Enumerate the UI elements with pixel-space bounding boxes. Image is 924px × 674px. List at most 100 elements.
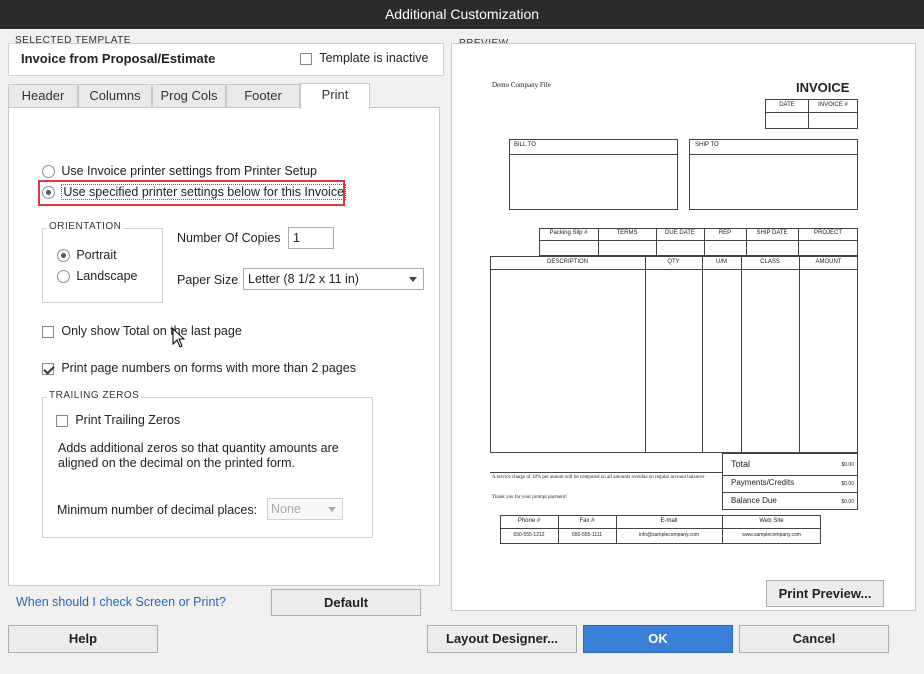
copies-label: Number Of Copies <box>177 231 281 245</box>
preview-line-divider-4 <box>799 256 800 453</box>
preview-info-col-project: PROJECT <box>813 230 842 236</box>
preview-date-header: DATE <box>779 102 795 108</box>
radio-specified-settings-label: Use specified printer settings below for… <box>61 184 347 200</box>
tab-header[interactable]: Header <box>8 84 78 108</box>
decimal-places-label: Minimum number of decimal places: <box>57 503 258 517</box>
preview-contact-phone-value: 650-555-1212 <box>513 532 545 538</box>
preview-service-charge-note: A service charge of 18% per annum will b… <box>492 475 705 480</box>
trailing-desc-line1: Adds additional zeros so that quantity a… <box>58 441 339 455</box>
preview-ship-to-box <box>689 139 858 210</box>
preview-contact-divider <box>500 528 821 529</box>
preview-line-col-class: CLASS <box>760 259 780 265</box>
preview-invoice-no-header: INVOICE # <box>818 102 848 108</box>
layout-designer-button[interactable]: Layout Designer... <box>427 625 577 653</box>
preview-line-items-box <box>490 256 858 453</box>
chevron-down-icon <box>328 507 336 512</box>
preview-line-items-divider <box>490 269 858 270</box>
radio-printer-setup-circle[interactable] <box>42 165 55 179</box>
print-trailing-zeros-label: Print Trailing Zeros <box>75 413 181 427</box>
help-button[interactable]: Help <box>8 625 158 653</box>
preview-line-col-qty: QTY <box>667 259 680 265</box>
preview-balance-amount: $0.00 <box>841 499 854 505</box>
radio-printer-setup-label: Use Invoice printer settings from Printe… <box>61 164 318 178</box>
radio-landscape[interactable]: Landscape <box>57 269 138 284</box>
preview-line-col-um: U/M <box>716 259 727 265</box>
template-inactive-label: Template is inactive <box>319 51 429 65</box>
preview-ship-to-label: SHIP TO <box>695 142 719 148</box>
radio-landscape-label: Landscape <box>76 269 138 283</box>
decimal-places-value: None <box>271 502 301 516</box>
preview-balance-label: Balance Due <box>731 496 777 505</box>
orientation-group-label: ORIENTATION <box>47 221 124 232</box>
page-numbers-label: Print page numbers on forms with more th… <box>61 361 356 375</box>
preview-line-col-amount: AMOUNT <box>815 259 842 265</box>
preview-totals-divider-2 <box>722 492 858 493</box>
preview-bill-to-label: BILL TO <box>514 142 536 148</box>
radio-portrait-label: Portrait <box>76 248 117 262</box>
paper-size-select[interactable]: Letter (8 1/2 x 11 in) <box>243 268 424 290</box>
radio-specified-settings-circle[interactable] <box>42 186 55 200</box>
tab-print[interactable]: Print <box>300 83 370 109</box>
window-title: Additional Customization <box>384 6 540 22</box>
tab-footer[interactable]: Footer <box>226 84 300 108</box>
preview-contact-fax-value: 650-555-1111 <box>571 532 603 538</box>
paper-size-label: Paper Size <box>177 273 239 287</box>
trailing-zeros-group-label: TRAILING ZEROS <box>47 390 142 401</box>
print-preview-button[interactable]: Print Preview... <box>766 580 884 607</box>
help-link[interactable]: When should I check Screen or Print? <box>16 595 226 609</box>
ok-button[interactable]: OK <box>583 625 733 653</box>
chevron-down-icon <box>409 277 417 282</box>
preview-info-col-rep: REP <box>718 230 732 236</box>
tab-footer-label: Footer <box>244 88 282 103</box>
preview-line-divider-1 <box>645 256 646 453</box>
page-numbers-box[interactable] <box>42 362 54 375</box>
default-button[interactable]: Default <box>271 589 421 616</box>
preview-contact-fax-header: Fax # <box>579 518 595 524</box>
paper-size-value: Letter (8 1/2 x 11 in) <box>248 272 359 286</box>
print-trailing-zeros-box[interactable] <box>56 414 68 427</box>
preview-line-divider-2 <box>702 256 703 453</box>
preview-bill-to-divider <box>509 154 678 155</box>
trailing-desc-line2: aligned on the decimal on the printed fo… <box>58 456 295 470</box>
preview-payments-label: Payments/Credits <box>731 478 795 487</box>
preview-ship-to-divider <box>689 154 858 155</box>
preview-total-amount: $0.00 <box>841 462 854 468</box>
radio-specified-settings[interactable]: Use specified printer settings below for… <box>42 184 347 200</box>
preview-info-col-packing-slip: Packing Slip # <box>549 230 588 236</box>
only-total-box[interactable] <box>42 325 54 338</box>
tab-columns[interactable]: Columns <box>78 84 152 108</box>
preview-bill-to-box <box>509 139 678 210</box>
preview-contact-web-header: Web Site <box>759 518 784 524</box>
preview-date-divider <box>765 112 858 113</box>
radio-printer-setup[interactable]: Use Invoice printer settings from Printe… <box>42 164 318 179</box>
only-total-checkbox[interactable]: Only show Total on the last page <box>42 324 242 338</box>
print-trailing-zeros-checkbox[interactable]: Print Trailing Zeros <box>56 413 180 427</box>
mouse-cursor-icon <box>172 328 186 348</box>
preview-payments-amount: $0.00 <box>841 481 854 487</box>
preview-invoice-title: INVOICE <box>796 80 850 95</box>
preview-line-divider-3 <box>741 256 742 453</box>
radio-landscape-circle[interactable] <box>57 270 70 284</box>
window-titlebar: Additional Customization <box>0 0 924 29</box>
page-numbers-checkbox[interactable]: Print page numbers on forms with more th… <box>42 361 356 375</box>
preview-info-col-due-date: DUE DATE <box>665 230 695 236</box>
template-inactive-checkbox[interactable]: Template is inactive <box>300 51 428 65</box>
only-total-label: Only show Total on the last page <box>61 324 242 338</box>
tab-columns-label: Columns <box>89 88 141 103</box>
preview-contact-email-value: info@samplecompany.com <box>638 532 699 538</box>
tab-prog-cols-label: Prog Cols <box>160 88 218 103</box>
preview-company-name: Demo Company File <box>492 81 551 89</box>
tab-prog-cols[interactable]: Prog Cols <box>152 84 226 108</box>
preview-line-col-description: DESCRIPTION <box>546 259 588 265</box>
preview-contact-web-value: www.samplecompany.com <box>742 532 801 538</box>
preview-info-col-ship-date: SHIP DATE <box>756 230 788 236</box>
radio-portrait-circle[interactable] <box>57 249 70 263</box>
radio-portrait[interactable]: Portrait <box>57 248 117 263</box>
preview-contact-phone-header: Phone # <box>517 518 541 524</box>
decimal-places-select[interactable]: None <box>267 498 343 520</box>
copies-input[interactable]: 1 <box>288 227 334 249</box>
cancel-button[interactable]: Cancel <box>739 625 889 653</box>
tab-header-label: Header <box>21 88 65 103</box>
template-inactive-box[interactable] <box>300 52 312 65</box>
tab-print-label: Print <box>321 87 349 102</box>
